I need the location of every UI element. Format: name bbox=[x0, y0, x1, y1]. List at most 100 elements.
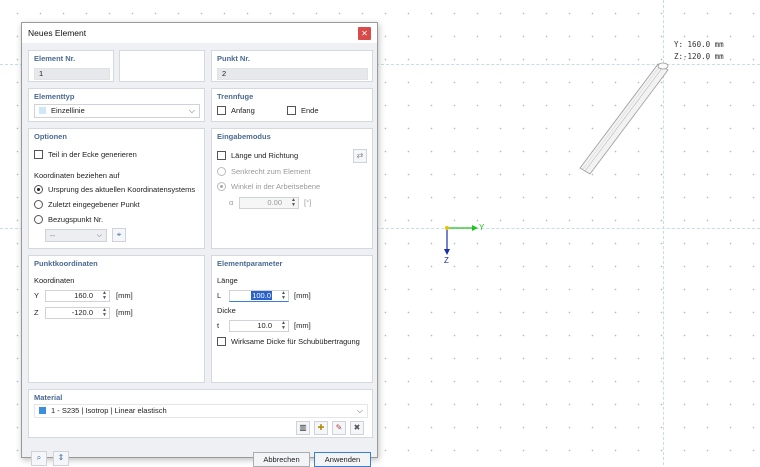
punktkoordinaten-label: Punktkoordinaten bbox=[34, 259, 98, 268]
spinner-icon[interactable]: ▲ ▼ bbox=[281, 291, 286, 301]
z-unit-text: [mm] bbox=[116, 308, 133, 317]
t-unit-text: [mm] bbox=[294, 321, 311, 330]
neues-element-dialog: Neues Element ✕ Element Nr. 1 Punkt Nr. … bbox=[21, 22, 378, 467]
punkt-nr-field[interactable]: 2 bbox=[217, 68, 368, 80]
y-label: Y bbox=[34, 291, 39, 300]
panel-element-nr: Element Nr. 1 bbox=[28, 50, 114, 82]
search-icon[interactable]: ⌕ bbox=[31, 451, 47, 466]
dialog-body: Element Nr. 1 Punkt Nr. 2 Elementtyp Ein… bbox=[22, 43, 377, 467]
radio-bezugspunkt[interactable]: Bezugspunkt Nr. bbox=[34, 215, 103, 224]
line-element[interactable] bbox=[579, 62, 669, 175]
axis-z-label: Z bbox=[444, 256, 449, 265]
spinner-icon[interactable]: ▲ ▼ bbox=[281, 321, 286, 331]
panel-blank bbox=[119, 50, 205, 82]
checkbox-icon[interactable] bbox=[34, 150, 43, 159]
z-text: Z bbox=[34, 308, 39, 317]
close-icon[interactable]: ✕ bbox=[358, 26, 371, 40]
panel-elementtyp: Elementtyp Einzellinie ⌵ bbox=[28, 88, 205, 122]
l-value: 100.0 bbox=[251, 291, 272, 300]
bezugspunkt-label: Bezugspunkt Nr. bbox=[48, 215, 104, 224]
y-unit-text: [mm] bbox=[116, 291, 133, 300]
radio-icon[interactable] bbox=[34, 200, 43, 209]
alpha-unit: [°] bbox=[304, 198, 311, 207]
t-text: t bbox=[217, 321, 220, 330]
t-input[interactable]: 10.0 ▲ ▼ bbox=[229, 320, 289, 332]
axis-cross bbox=[444, 225, 478, 255]
chevron-down-icon: ⌵ bbox=[96, 232, 102, 239]
l-text: L bbox=[217, 291, 222, 300]
l-unit-text: [mm] bbox=[294, 291, 311, 300]
l-input[interactable]: 100.0 ▲ ▼ bbox=[229, 290, 289, 302]
radio-senkrecht[interactable]: Senkrecht zum Element bbox=[217, 167, 311, 176]
elementtyp-select[interactable]: Einzellinie ⌵ bbox=[34, 104, 200, 118]
spinner-icon[interactable]: ▲ ▼ bbox=[291, 198, 296, 208]
wirksame-label: Wirksame Dicke für Schubübertragung bbox=[231, 337, 360, 346]
checkbox-icon[interactable] bbox=[287, 106, 296, 115]
checkbox-icon[interactable] bbox=[217, 106, 226, 115]
koordinaten-label: Koordinaten bbox=[34, 276, 74, 285]
bezugspunkt-value: -- bbox=[50, 231, 55, 240]
winkel-label: Winkel in der Arbeitsebene bbox=[231, 182, 321, 191]
koord-bezug-text: Koordinaten beziehen auf bbox=[34, 171, 120, 180]
trennfuge-label: Trennfuge bbox=[217, 92, 254, 101]
material-select[interactable]: 1 - S235 | Isotrop | Linear elastisch ⌵ bbox=[34, 404, 368, 418]
spinner-icon[interactable]: ▲ ▼ bbox=[102, 308, 107, 318]
bezugspunkt-select[interactable]: -- ⌵ bbox=[45, 229, 107, 242]
dicke-text: Dicke bbox=[217, 306, 236, 315]
checkbox-icon[interactable] bbox=[217, 151, 226, 160]
spinner-icon[interactable]: ▲ ▼ bbox=[102, 291, 107, 301]
alpha-input[interactable]: 0.00 ▲ ▼ bbox=[239, 197, 299, 209]
library-icon[interactable]: ▥ bbox=[296, 421, 310, 435]
panel-elementparameter: Elementparameter Länge L 100.0 ▲ ▼ [mm] D… bbox=[211, 255, 373, 383]
dialog-titlebar[interactable]: Neues Element ✕ bbox=[22, 23, 377, 43]
edit-material-icon[interactable]: ✎ bbox=[332, 421, 346, 435]
elementtyp-value: Einzellinie bbox=[51, 106, 85, 115]
zuletzt-label: Zuletzt eingegebener Punkt bbox=[48, 200, 140, 209]
panel-trennfuge: Trennfuge Anfang Ende bbox=[211, 88, 373, 122]
y-text: Y bbox=[34, 291, 40, 300]
checkbox-anfang[interactable]: Anfang bbox=[217, 106, 255, 115]
eingabemodus-label: Eingabemodus bbox=[217, 132, 271, 141]
pick-point-icon[interactable]: ⌖ bbox=[112, 228, 126, 242]
new-material-icon[interactable]: ✚ bbox=[314, 421, 328, 435]
line-type-icon bbox=[39, 107, 46, 114]
radio-ursprung[interactable]: Ursprung des aktuellen Koordinatensystem… bbox=[34, 185, 195, 194]
z-value: -120.0 bbox=[71, 308, 93, 317]
radio-icon[interactable] bbox=[217, 167, 226, 176]
checkbox-ende[interactable]: Ende bbox=[287, 106, 319, 115]
teil-ecke-label: Teil in der Ecke generieren bbox=[48, 150, 137, 159]
swap-direction-icon[interactable]: ⇄ bbox=[353, 149, 367, 163]
ursprung-label: Ursprung des aktuellen Koordinatensystem… bbox=[48, 185, 196, 194]
radio-icon[interactable] bbox=[34, 185, 43, 194]
radio-zuletzt[interactable]: Zuletzt eingegebener Punkt bbox=[34, 200, 140, 209]
z-input[interactable]: -120.0 ▲ ▼ bbox=[45, 307, 110, 319]
radio-icon[interactable] bbox=[34, 215, 43, 224]
panel-eingabemodus: Eingabemodus Länge und Richtung ⇄ Senkre… bbox=[211, 128, 373, 249]
radio-winkel[interactable]: Winkel in der Arbeitsebene bbox=[217, 182, 320, 191]
laenge-text: Länge bbox=[217, 276, 238, 285]
y-unit: [mm] bbox=[116, 291, 133, 300]
element-nr-field[interactable]: 1 bbox=[34, 68, 110, 80]
checkbox-teil-ecke[interactable]: Teil in der Ecke generieren bbox=[34, 150, 137, 159]
panel-optionen: Optionen Teil in der Ecke generieren Koo… bbox=[28, 128, 205, 249]
checkbox-laenge-richtung[interactable]: Länge und Richtung bbox=[217, 151, 298, 160]
axis-y-label: Y bbox=[479, 223, 485, 232]
t-label: t bbox=[217, 321, 219, 330]
punkt-nr-label: Punkt Nr. bbox=[217, 54, 250, 63]
radio-icon[interactable] bbox=[217, 182, 226, 191]
t-value: 10.0 bbox=[257, 321, 272, 330]
elementparameter-label: Elementparameter bbox=[217, 259, 283, 268]
y-input[interactable]: 160.0 ▲ ▼ bbox=[45, 290, 110, 302]
align-icon[interactable]: ⇕ bbox=[53, 451, 69, 466]
dicke-label: Dicke bbox=[217, 306, 236, 315]
koordinaten-text: Koordinaten bbox=[34, 276, 75, 285]
delete-material-icon[interactable]: ✖ bbox=[350, 421, 364, 435]
alpha-label: α bbox=[229, 198, 233, 207]
checkbox-wirksame-dicke[interactable]: Wirksame Dicke für Schubübertragung bbox=[217, 337, 360, 346]
z-label: Z bbox=[34, 308, 39, 317]
l-label: L bbox=[217, 291, 221, 300]
chevron-down-icon: ⌵ bbox=[188, 106, 195, 115]
checkbox-icon[interactable] bbox=[217, 337, 226, 346]
material-color-icon bbox=[39, 407, 46, 414]
koordinaten-bezug-label: Koordinaten beziehen auf bbox=[34, 171, 120, 180]
